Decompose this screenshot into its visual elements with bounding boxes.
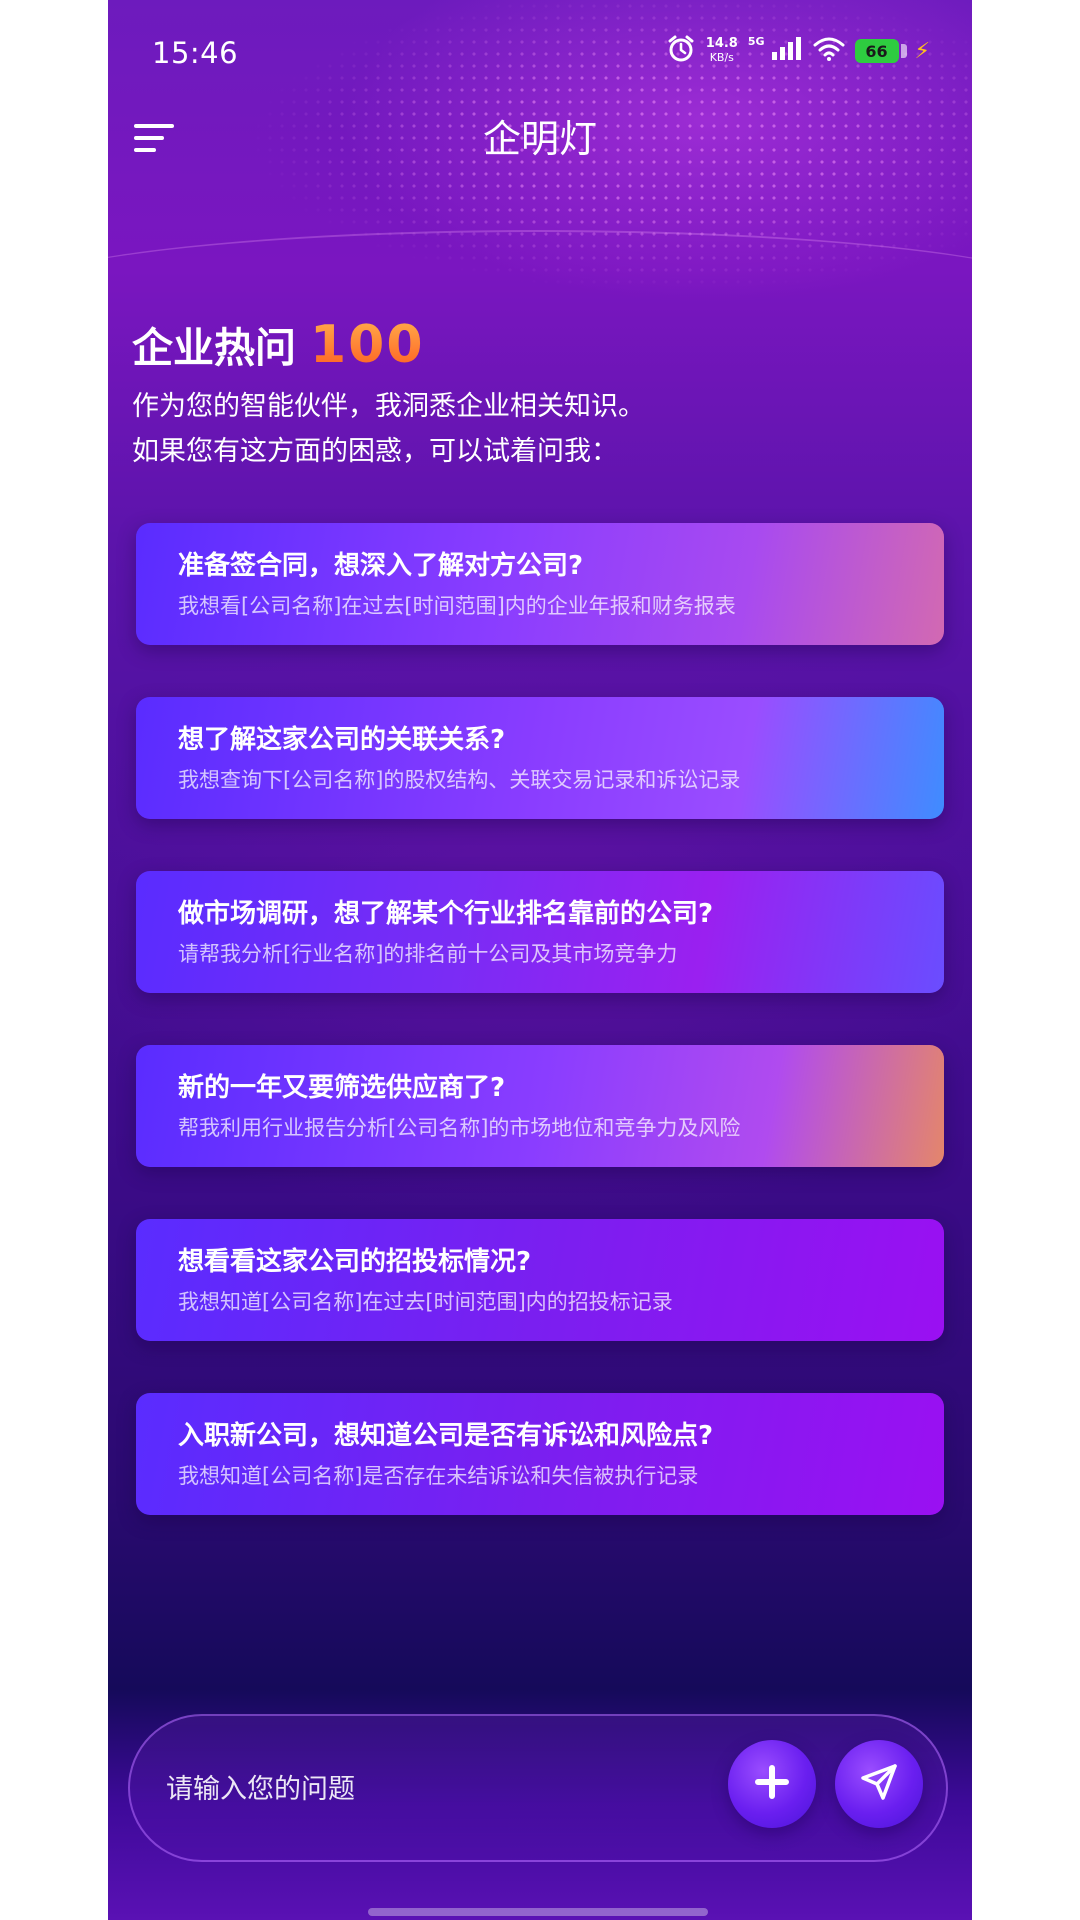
suggestion-question: 新的一年又要筛选供应商了? (178, 1073, 506, 1103)
hero-title-text: 企业热问 (132, 324, 296, 372)
plus-icon (752, 1762, 792, 1806)
wifi-icon (813, 37, 845, 65)
suggestion-question: 做市场调研，想了解某个行业排名靠前的公司? (178, 899, 714, 929)
suggestion-card[interactable]: 想了解这家公司的关联关系? 我想查询下[公司名称]的股权结构、关联交易记录和诉讼… (136, 697, 944, 819)
suggestion-question: 入职新公司，想知道公司是否有诉讼和风险点? (178, 1421, 714, 1451)
suggestion-card[interactable]: 做市场调研，想了解某个行业排名靠前的公司? 请帮我分析[行业名称]的排名前十公司… (136, 871, 944, 993)
suggestion-question: 想了解这家公司的关联关系? (178, 725, 506, 755)
suggestion-question: 准备签合同，想深入了解对方公司? (178, 551, 584, 581)
send-icon (857, 1760, 901, 1808)
add-button[interactable] (728, 1740, 816, 1828)
status-icons: 14.8 KB/s 5G 66 ⚡ (666, 34, 930, 68)
hero-desc-line-2: 如果您有这方面的困惑，可以试着问我： (132, 436, 618, 467)
page-title: 企明灯 (482, 117, 597, 161)
battery-icon: 66 (854, 39, 907, 63)
question-input[interactable] (164, 1760, 688, 1818)
suggestion-card[interactable]: 入职新公司，想知道公司是否有诉讼和风险点? 我想知道[公司名称]是否存在未结诉讼… (136, 1393, 944, 1515)
suggestion-prompt: 我想看[公司名称]在过去[时间范围]内的企业年报和财务报表 (178, 594, 736, 618)
suggestion-card[interactable]: 新的一年又要筛选供应商了? 帮我利用行业报告分析[公司名称]的市场地位和竞争力及… (136, 1045, 944, 1167)
app-screen: 15:46 14.8 KB/s 5G 66 ⚡ 企明灯 企业热问 100 作为您… (108, 0, 972, 1920)
network-speed-value: 14.8 (705, 36, 738, 51)
charging-icon: ⚡ (914, 38, 930, 64)
status-bar: 15:46 14.8 KB/s 5G 66 ⚡ (108, 0, 972, 100)
status-time: 15:46 (152, 36, 239, 70)
suggestion-prompt: 我想知道[公司名称]在过去[时间范围]内的招投标记录 (178, 1290, 673, 1314)
hero-desc-line-1: 作为您的智能伙伴，我洞悉企业相关知识。 (132, 391, 645, 422)
hero-number: 100 (310, 315, 425, 375)
hero-title: 企业热问 100 (132, 314, 425, 375)
suggestion-prompt: 我想知道[公司名称]是否存在未结诉讼和失信被执行记录 (178, 1464, 699, 1488)
chat-input-bar (128, 1714, 948, 1862)
send-button[interactable] (835, 1740, 923, 1828)
signal-icon (771, 37, 803, 65)
hero-description: 作为您的智能伙伴，我洞悉企业相关知识。 如果您有这方面的困惑，可以试着问我： (132, 384, 645, 474)
suggestion-prompt: 我想查询下[公司名称]的股权结构、关联交易记录和诉讼记录 (178, 768, 741, 792)
suggestion-card[interactable]: 想看看这家公司的招投标情况? 我想知道[公司名称]在过去[时间范围]内的招投标记… (136, 1219, 944, 1341)
alarm-icon (666, 34, 696, 68)
network-speed-unit: KB/s (709, 51, 734, 64)
suggestion-card[interactable]: 准备签合同，想深入了解对方公司? 我想看[公司名称]在过去[时间范围]内的企业年… (136, 523, 944, 645)
suggestion-prompt: 帮我利用行业报告分析[公司名称]的市场地位和竞争力及风险 (178, 1116, 741, 1140)
network-speed: 14.8 KB/s (706, 37, 738, 65)
suggestion-question: 想看看这家公司的招投标情况? (178, 1247, 532, 1277)
battery-level: 66 (865, 41, 888, 61)
home-indicator[interactable] (368, 1908, 708, 1916)
network-type: 5G (747, 34, 765, 48)
suggestion-prompt: 请帮我分析[行业名称]的排名前十公司及其市场竞争力 (178, 942, 678, 966)
